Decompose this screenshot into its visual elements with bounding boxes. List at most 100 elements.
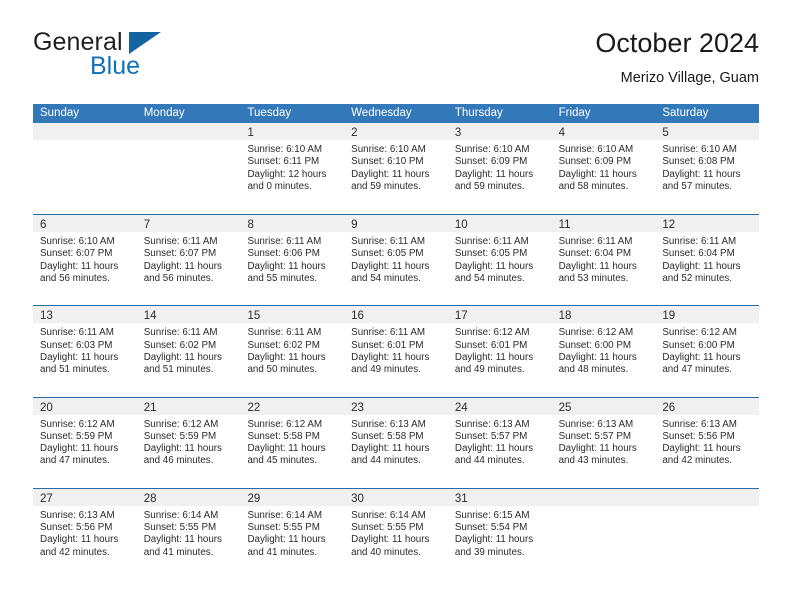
calendar-week-row: 6 Sunrise: 6:10 AM Sunset: 6:07 PM Daylight… xyxy=(33,214,760,306)
day-cell[interactable]: 3 Sunrise: 6:10 AM Sunset: 6:09 PM Daylight… xyxy=(447,123,552,215)
day-cell-empty xyxy=(655,488,760,579)
day-cell[interactable]: 18 Sunrise: 6:12 AM Sunset: 6:00 PM Dayligh… xyxy=(551,306,656,397)
day-cell[interactable]: 10 Sunrise: 6:11 AM Sunset: 6:05 PM Dayligh… xyxy=(447,215,552,306)
sunrise-text: Sunrise: 6:10 AM xyxy=(351,144,426,155)
day-number-band: 13 xyxy=(33,306,137,324)
day-cell[interactable]: 15 Sunrise: 6:11 AM Sunset: 6:02 PM Dayligh… xyxy=(240,306,345,397)
day-info: Sunrise: 6:12 AM Sunset: 5:58 PM Daylight:… xyxy=(240,415,344,468)
daylight-text-line2: and 51 minutes. xyxy=(143,364,214,376)
day-number-band: 17 xyxy=(447,306,552,324)
daylight-text-line1: Daylight: 11 hours xyxy=(247,351,326,363)
daylight-text-line1: Daylight: 11 hours xyxy=(351,443,430,455)
daylight-text-line2: and 48 minutes. xyxy=(558,364,629,376)
day-number-band: 22 xyxy=(240,397,345,415)
day-cell[interactable]: 7 Sunrise: 6:11 AM Sunset: 6:07 PM Daylight… xyxy=(136,215,241,306)
day-cell[interactable]: 21 Sunrise: 6:12 AM Sunset: 5:59 PM Dayligh… xyxy=(136,397,241,488)
daylight-text-line1: Daylight: 11 hours xyxy=(143,443,222,455)
day-cell[interactable]: 22 Sunrise: 6:12 AM Sunset: 5:58 PM Dayligh… xyxy=(240,397,345,488)
day-cell[interactable]: 29 Sunrise: 6:14 AM Sunset: 5:55 PM Dayligh… xyxy=(240,488,345,579)
sunset-text: Sunset: 6:07 PM xyxy=(143,248,217,260)
sunset-text: Sunset: 6:02 PM xyxy=(143,339,217,351)
day-number: 4 xyxy=(558,127,565,139)
sunrise-text: Sunrise: 6:12 AM xyxy=(143,418,219,430)
daylight-text-line2: and 50 minutes. xyxy=(247,364,318,376)
calendar-week-row: 27 Sunrise: 6:13 AM Sunset: 5:56 PM Dayligh… xyxy=(33,487,760,579)
day-cell[interactable]: 31 Sunrise: 6:15 AM Sunset: 5:54 PM Dayligh… xyxy=(447,488,552,579)
day-number: 6 xyxy=(40,219,47,232)
day-number-band: 31 xyxy=(447,488,552,506)
sunrise-text: Sunrise: 6:10 AM xyxy=(662,144,737,155)
daylight-text-line2: and 54 minutes. xyxy=(454,273,525,285)
day-info: Sunrise: 6:13 AM Sunset: 5:57 PM Daylight:… xyxy=(552,415,656,468)
daylight-text-line2: and 57 minutes. xyxy=(662,180,733,192)
day-cell[interactable]: 23 Sunrise: 6:13 AM Sunset: 5:58 PM Dayligh… xyxy=(344,397,448,488)
day-cell[interactable]: 30 Sunrise: 6:14 AM Sunset: 5:55 PM Dayligh… xyxy=(344,488,448,579)
day-number-band: 12 xyxy=(655,215,760,233)
sunset-text: Sunset: 5:55 PM xyxy=(247,522,320,534)
daylight-text-line1: Daylight: 11 hours xyxy=(454,351,534,363)
day-cell[interactable]: 25 Sunrise: 6:13 AM Sunset: 5:57 PM Dayligh… xyxy=(551,397,656,488)
day-cell[interactable]: 28 Sunrise: 6:14 AM Sunset: 5:55 PM Dayligh… xyxy=(136,488,241,579)
day-number-band: 7 xyxy=(136,215,241,233)
day-number: 3 xyxy=(454,127,462,139)
sunset-text: Sunset: 6:03 PM xyxy=(40,339,113,351)
day-number-band: 14 xyxy=(136,306,241,324)
day-cell[interactable]: 20 Sunrise: 6:12 AM Sunset: 5:59 PM Dayligh… xyxy=(33,397,137,488)
day-number: 17 xyxy=(454,310,468,323)
day-cell-empty xyxy=(551,488,656,579)
day-info: Sunrise: 6:13 AM Sunset: 5:56 PM Daylight:… xyxy=(655,415,759,468)
sunrise-text: Sunrise: 6:13 AM xyxy=(558,418,634,430)
day-number: 15 xyxy=(247,310,261,323)
day-cell[interactable]: 11 Sunrise: 6:11 AM Sunset: 6:04 PM Dayligh… xyxy=(551,215,656,306)
day-cell[interactable]: 8 Sunrise: 6:11 AM Sunset: 6:06 PM Daylight… xyxy=(240,215,345,306)
daylight-text-line1: Daylight: 11 hours xyxy=(247,534,326,546)
day-cell[interactable]: 2 Sunrise: 6:10 AM Sunset: 6:10 PM Daylight… xyxy=(344,123,448,215)
day-info: Sunrise: 6:10 AM Sunset: 6:07 PM Daylight:… xyxy=(33,232,137,285)
day-cell[interactable]: 24 Sunrise: 6:13 AM Sunset: 5:57 PM Dayligh… xyxy=(447,397,552,488)
daylight-text-line2: and 54 minutes. xyxy=(351,273,421,285)
daylight-text-line2: and 47 minutes. xyxy=(40,455,110,467)
day-number-band xyxy=(655,488,760,506)
day-number: 28 xyxy=(143,492,157,505)
daylight-text-line1: Daylight: 11 hours xyxy=(454,534,534,546)
day-cell[interactable]: 16 Sunrise: 6:11 AM Sunset: 6:01 PM Dayligh… xyxy=(344,306,448,397)
sunrise-text: Sunrise: 6:15 AM xyxy=(454,509,530,521)
day-info: Sunrise: 6:13 AM Sunset: 5:56 PM Daylight:… xyxy=(33,506,137,559)
day-cell[interactable]: 17 Sunrise: 6:12 AM Sunset: 6:01 PM Dayligh… xyxy=(447,306,552,397)
day-cell[interactable]: 13 Sunrise: 6:11 AM Sunset: 6:03 PM Dayligh… xyxy=(33,306,137,397)
brand-logo[interactable]: General Blue xyxy=(33,28,263,88)
sunset-text: Sunset: 5:56 PM xyxy=(40,522,113,534)
day-cell[interactable]: 14 Sunrise: 6:11 AM Sunset: 6:02 PM Dayligh… xyxy=(136,306,241,397)
day-number: 12 xyxy=(662,219,676,232)
day-cell[interactable]: 27 Sunrise: 6:13 AM Sunset: 5:56 PM Dayligh… xyxy=(33,488,137,579)
day-info: Sunrise: 6:12 AM Sunset: 6:01 PM Daylight:… xyxy=(448,323,552,376)
daylight-text-line1: Daylight: 11 hours xyxy=(40,351,119,363)
day-number-band: 4 xyxy=(551,123,656,140)
day-number: 1 xyxy=(247,127,254,139)
weekday-header-tuesday: Tuesday xyxy=(247,107,292,119)
day-number-band: 9 xyxy=(344,215,448,233)
day-number-band: 30 xyxy=(344,488,448,506)
daylight-text-line1: Daylight: 11 hours xyxy=(454,168,534,180)
day-cell[interactable]: 6 Sunrise: 6:10 AM Sunset: 6:07 PM Daylight… xyxy=(33,215,137,306)
daylight-text-line2: and 52 minutes. xyxy=(662,273,733,285)
sunset-text: Sunset: 6:00 PM xyxy=(558,339,632,351)
daylight-text-line1: Daylight: 11 hours xyxy=(662,260,741,272)
day-info: Sunrise: 6:12 AM Sunset: 5:59 PM Daylight:… xyxy=(137,415,241,468)
day-info: Sunrise: 6:11 AM Sunset: 6:04 PM Daylight:… xyxy=(655,232,759,285)
daylight-text-line1: Daylight: 11 hours xyxy=(351,168,430,180)
day-cell[interactable]: 5 Sunrise: 6:10 AM Sunset: 6:08 PM Daylight… xyxy=(655,123,760,215)
day-cell[interactable]: 9 Sunrise: 6:11 AM Sunset: 6:05 PM Daylight… xyxy=(344,215,448,306)
day-number-band: 15 xyxy=(240,306,345,324)
day-cell[interactable]: 1 Sunrise: 6:10 AM Sunset: 6:11 PM Daylight… xyxy=(240,123,345,215)
daylight-text-line2: and 56 minutes. xyxy=(40,273,110,285)
daylight-text-line1: Daylight: 11 hours xyxy=(247,260,326,272)
sunset-text: Sunset: 5:54 PM xyxy=(454,522,528,534)
day-cell[interactable]: 26 Sunrise: 6:13 AM Sunset: 5:56 PM Dayligh… xyxy=(655,397,760,488)
sunset-text: Sunset: 6:07 PM xyxy=(40,248,113,260)
day-info: Sunrise: 6:14 AM Sunset: 5:55 PM Daylight:… xyxy=(137,506,241,559)
day-cell[interactable]: 4 Sunrise: 6:10 AM Sunset: 6:09 PM Daylight… xyxy=(551,123,656,215)
day-cell[interactable]: 19 Sunrise: 6:12 AM Sunset: 6:00 PM Dayligh… xyxy=(655,306,760,397)
day-info: Sunrise: 6:14 AM Sunset: 5:55 PM Daylight:… xyxy=(344,506,448,559)
day-cell[interactable]: 12 Sunrise: 6:11 AM Sunset: 6:04 PM Dayligh… xyxy=(655,215,760,306)
